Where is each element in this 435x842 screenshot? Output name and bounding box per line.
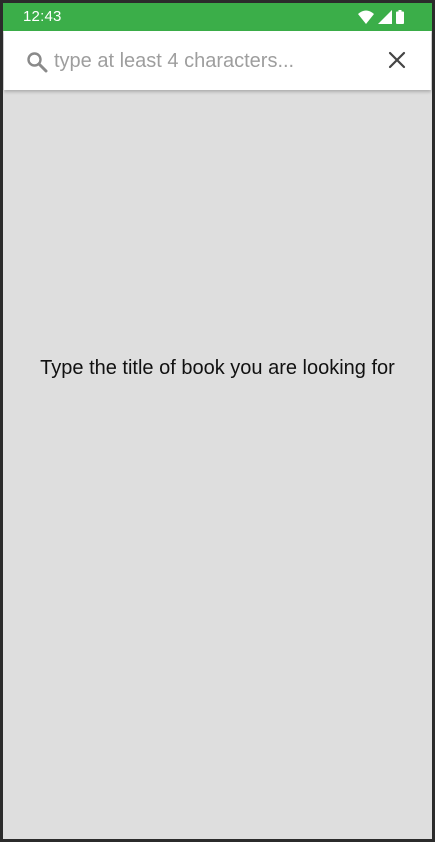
app-screen: 12:43 type at least 4 characters... Type… bbox=[3, 3, 432, 839]
wifi-icon bbox=[358, 10, 374, 24]
clear-search-button[interactable] bbox=[380, 45, 414, 79]
search-bar bbox=[4, 31, 431, 90]
status-bar: 12:43 bbox=[3, 3, 432, 31]
search-input[interactable] bbox=[54, 45, 354, 77]
empty-state-message: Type the title of book you are looking f… bbox=[40, 357, 395, 379]
signal-icon bbox=[378, 10, 392, 24]
status-icons bbox=[358, 9, 404, 25]
status-time: 12:43 bbox=[23, 8, 62, 25]
battery-icon bbox=[396, 10, 404, 24]
search-icon bbox=[26, 51, 48, 73]
close-icon bbox=[388, 51, 406, 74]
